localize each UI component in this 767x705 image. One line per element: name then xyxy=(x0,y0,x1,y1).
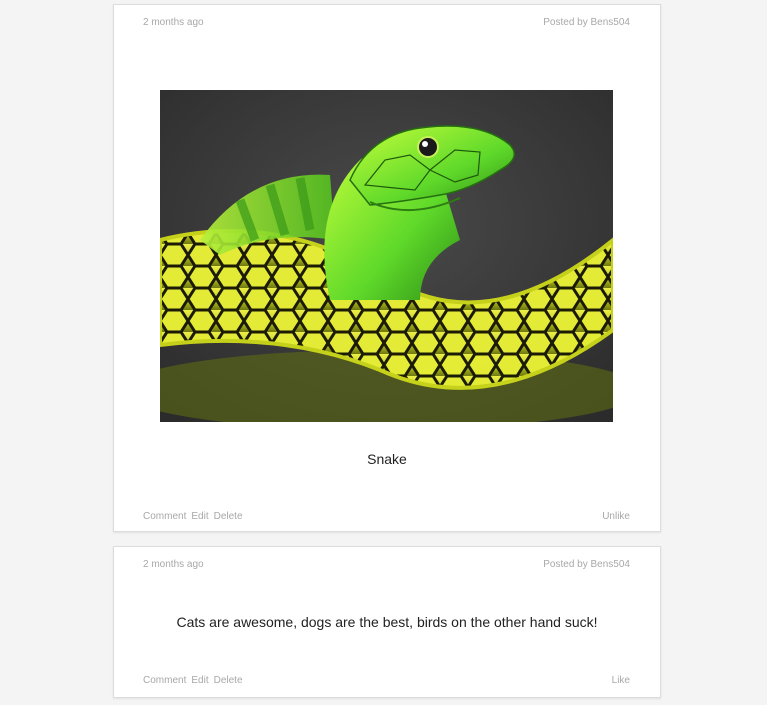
unlike-link[interactable]: Unlike xyxy=(602,511,630,523)
post-author[interactable]: Posted by Bens504 xyxy=(543,559,630,571)
post-card: 2 months ago Posted by Bens504 Snake Com… xyxy=(113,4,661,532)
delete-link[interactable]: Delete xyxy=(214,511,243,522)
comment-link[interactable]: Comment xyxy=(143,675,186,686)
post-image[interactable] xyxy=(160,90,613,422)
post-timestamp: 2 months ago xyxy=(143,17,204,28)
post-timestamp: 2 months ago xyxy=(143,559,204,570)
edit-link[interactable]: Edit xyxy=(191,675,208,686)
post-card: 2 months ago Posted by Bens504 Cats are … xyxy=(113,546,661,698)
comment-link[interactable]: Comment xyxy=(143,511,186,522)
like-link[interactable]: Like xyxy=(612,675,630,687)
post-text: Cats are awesome, dogs are the best, bir… xyxy=(176,614,598,630)
edit-link[interactable]: Edit xyxy=(191,511,208,522)
post-actions: Comment Edit Delete xyxy=(143,511,248,523)
post-caption: Snake xyxy=(367,451,407,467)
post-author[interactable]: Posted by Bens504 xyxy=(543,17,630,29)
post-actions: Comment Edit Delete xyxy=(143,675,248,687)
delete-link[interactable]: Delete xyxy=(214,675,243,686)
